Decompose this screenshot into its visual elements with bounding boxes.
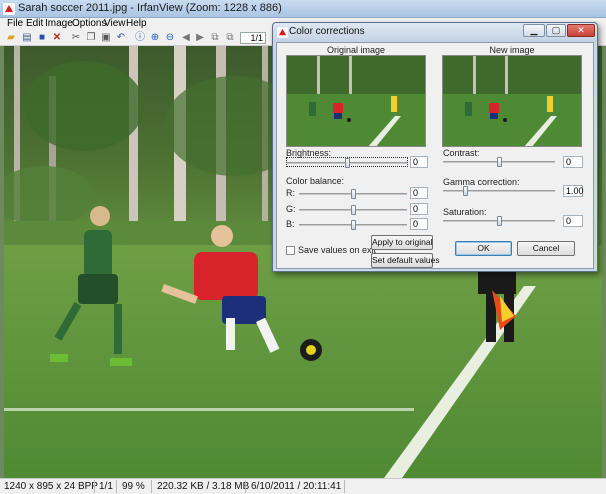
status-page: 1/1 [99, 481, 113, 492]
gamma-value-field[interactable]: 1.00 [563, 185, 584, 197]
blue-slider[interactable] [299, 220, 407, 230]
save-icon[interactable]: ■ [36, 32, 48, 44]
red-label: R: [286, 188, 295, 198]
status-zoom: 99 % [122, 481, 145, 492]
new-image-label: New image [489, 45, 535, 55]
brightness-value-field[interactable]: 0 [410, 156, 428, 168]
maximize-button[interactable]: ▢ [546, 24, 566, 37]
color-corrections-dialog: Color corrections ▁ ▢ ✕ Original image N… [272, 22, 598, 272]
status-divider [94, 480, 95, 493]
menu-image[interactable]: Image [45, 18, 73, 29]
undo-icon[interactable]: ↶ [115, 32, 127, 44]
window-title: Sarah soccer 2011.jpg - IrfanView (Zoom:… [18, 2, 282, 14]
menu-edit[interactable]: Edit [26, 18, 43, 29]
color-balance-label: Color balance: [286, 176, 345, 186]
info-icon[interactable]: ⓘ [134, 32, 146, 44]
menu-help[interactable]: Help [126, 18, 147, 29]
close-button[interactable]: ✕ [567, 24, 595, 37]
green-slider[interactable] [299, 205, 407, 215]
first-page-icon[interactable]: ⧉ [209, 32, 221, 44]
menu-file[interactable]: File [7, 18, 23, 29]
saturation-value-field[interactable]: 0 [563, 215, 583, 227]
brightness-slider[interactable] [286, 157, 408, 168]
red-value-field[interactable]: 0 [410, 187, 428, 199]
apply-to-original-button[interactable]: Apply to original [371, 235, 433, 250]
status-divider [151, 480, 152, 493]
ok-button[interactable]: OK [455, 241, 512, 256]
red-slider[interactable] [299, 189, 407, 199]
contrast-value-field[interactable]: 0 [563, 156, 583, 168]
contrast-slider[interactable] [443, 157, 555, 167]
status-divider [116, 480, 117, 493]
page-counter-field[interactable]: 1/1 [240, 32, 266, 44]
irfanview-icon [3, 3, 15, 15]
zoom-out-icon[interactable]: ⊖ [164, 32, 176, 44]
open-folder-icon[interactable]: ▰ [5, 32, 17, 44]
cancel-button[interactable]: Cancel [517, 241, 575, 256]
previous-icon[interactable]: ◀ [180, 32, 192, 44]
menu-view[interactable]: View [104, 18, 126, 29]
original-image-label: Original image [326, 45, 386, 55]
saturation-slider[interactable] [443, 216, 555, 226]
dialog-titlebar[interactable]: Color corrections ▁ ▢ ✕ [273, 23, 597, 42]
paste-icon[interactable]: ▣ [100, 32, 112, 44]
window-titlebar[interactable]: Sarah soccer 2011.jpg - IrfanView (Zoom:… [0, 0, 606, 18]
green-label: G: [286, 204, 296, 214]
status-divider [245, 480, 246, 493]
next-icon[interactable]: ▶ [194, 32, 206, 44]
set-default-values-button[interactable]: Set default values [371, 253, 440, 268]
dialog-title: Color corrections [289, 26, 365, 37]
status-datetime: 6/10/2011 / 20:11:41 [251, 481, 342, 492]
save-values-label: Save values on exit [298, 245, 377, 255]
dialog-body: Original image New image Brightness: 0 C… [276, 42, 594, 269]
zoom-in-icon[interactable]: ⊕ [149, 32, 161, 44]
new-image-preview [442, 55, 582, 147]
status-size: 220.32 KB / 3.18 MB [157, 481, 250, 492]
copy-icon[interactable]: ❐ [85, 32, 97, 44]
gamma-slider[interactable] [443, 186, 555, 196]
blue-label: B: [286, 219, 295, 229]
minimize-button[interactable]: ▁ [523, 24, 545, 37]
slideshow-icon[interactable]: ▤ [21, 32, 33, 44]
status-bar: 1240 x 895 x 24 BPP 1/1 99 % 220.32 KB /… [0, 478, 606, 494]
last-page-icon[interactable]: ⧉ [224, 32, 236, 44]
menu-options[interactable]: Options [72, 18, 106, 29]
green-value-field[interactable]: 0 [410, 203, 428, 215]
blue-value-field[interactable]: 0 [410, 218, 428, 230]
save-values-checkbox[interactable] [286, 246, 295, 255]
original-image-preview [286, 55, 426, 147]
status-divider [344, 480, 345, 493]
irfanview-icon [277, 27, 288, 38]
status-dimensions: 1240 x 895 x 24 BPP [4, 481, 98, 492]
delete-icon[interactable]: ✕ [51, 32, 63, 44]
cut-icon[interactable]: ✂ [70, 32, 82, 44]
